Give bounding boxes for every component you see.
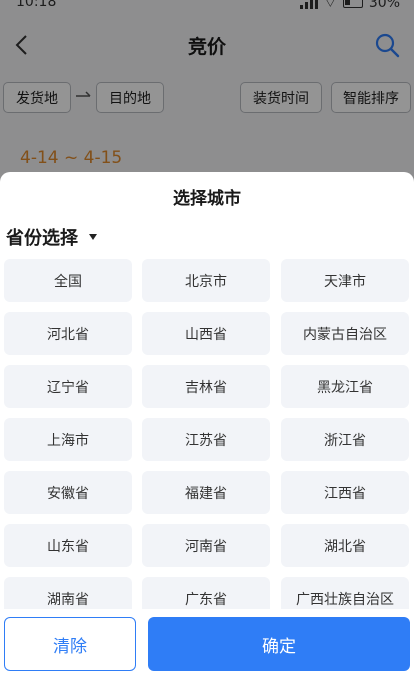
province-option[interactable]: 吉林省 (142, 365, 270, 408)
province-option[interactable]: 福建省 (142, 471, 270, 514)
province-option[interactable]: 黑龙江省 (281, 365, 409, 408)
confirm-button[interactable]: 确定 (148, 617, 410, 671)
province-option[interactable]: 上海市 (4, 418, 132, 461)
province-option[interactable]: 河北省 (4, 312, 132, 355)
province-option[interactable]: 广西壮族自治区 (281, 577, 409, 609)
province-option[interactable]: 广东省 (142, 577, 270, 609)
caret-down-icon (89, 234, 97, 240)
province-option[interactable]: 江西省 (281, 471, 409, 514)
province-option[interactable]: 山东省 (4, 524, 132, 567)
province-option[interactable]: 内蒙古自治区 (281, 312, 409, 355)
province-grid: 全国 北京市 天津市 河北省 山西省 内蒙古自治区 辽宁省 吉林省 黑龙江省 上… (4, 259, 410, 609)
sheet-title: 选择城市 (173, 189, 241, 209)
sheet-footer: 清除 确定 (0, 609, 414, 682)
province-option[interactable]: 河南省 (142, 524, 270, 567)
province-option[interactable]: 北京市 (142, 259, 270, 302)
province-label: 省份选择 (6, 228, 78, 249)
province-option[interactable]: 山西省 (142, 312, 270, 355)
province-option[interactable]: 浙江省 (281, 418, 409, 461)
clear-button[interactable]: 清除 (4, 617, 136, 671)
province-option[interactable]: 湖南省 (4, 577, 132, 609)
province-option[interactable]: 全国 (4, 259, 132, 302)
province-selector[interactable]: 省份选择 (6, 224, 98, 250)
province-option[interactable]: 安徽省 (4, 471, 132, 514)
province-option[interactable]: 江苏省 (142, 418, 270, 461)
province-option[interactable]: 湖北省 (281, 524, 409, 567)
province-option[interactable]: 辽宁省 (4, 365, 132, 408)
province-option[interactable]: 天津市 (281, 259, 409, 302)
city-picker-sheet: 选择城市 省份选择 全国 北京市 天津市 河北省 山西省 内蒙古自治区 辽宁省 … (0, 172, 414, 682)
